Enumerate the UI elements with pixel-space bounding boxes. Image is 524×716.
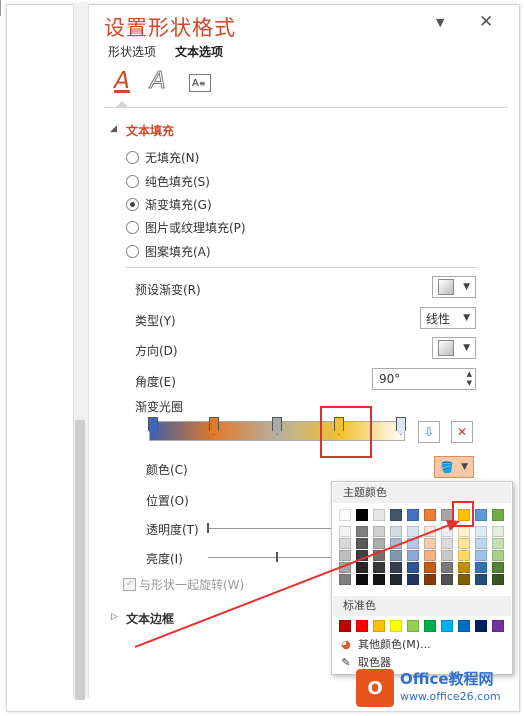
watermark-url: www.office26.com <box>400 690 501 703</box>
watermark-logo: O Office教程网 www.office26.com <box>356 664 522 712</box>
arrow-head <box>446 520 460 531</box>
arrow-line <box>134 523 453 648</box>
annotation-arrow <box>134 520 460 648</box>
watermark-brand: Office教程网 <box>400 670 494 688</box>
office-logo-icon: O <box>356 669 394 707</box>
